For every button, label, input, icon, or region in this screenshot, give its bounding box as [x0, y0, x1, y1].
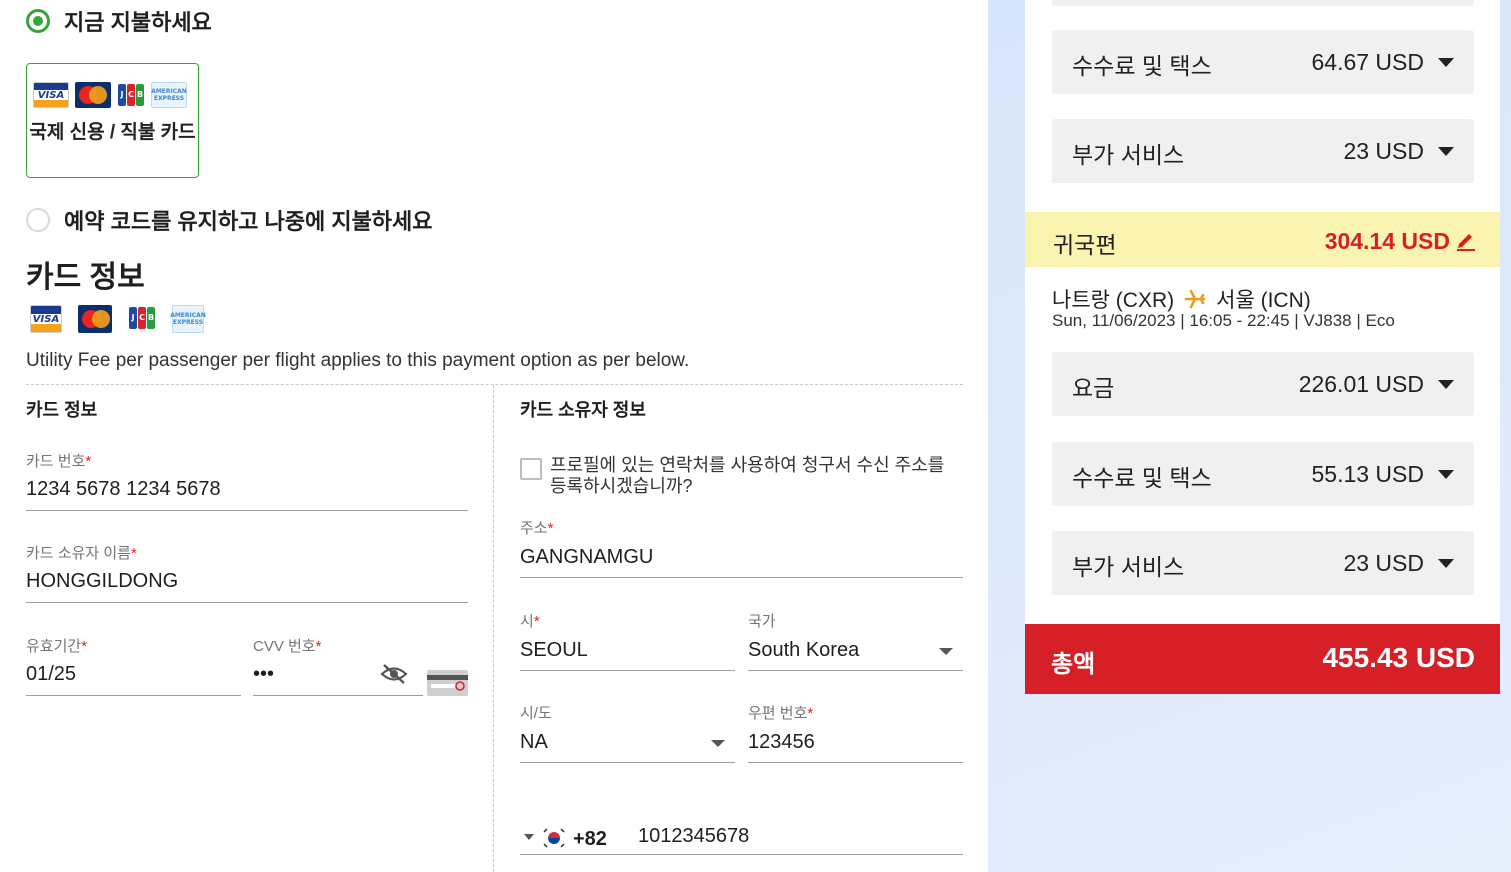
row-value: 23 USD	[1343, 550, 1424, 576]
row-label: 요금	[1072, 375, 1115, 401]
state-select[interactable]: 시/도 NA	[520, 702, 735, 763]
utility-fee-note: Utility Fee per passenger per flight app…	[26, 350, 690, 371]
card-details-heading: 카드 정보	[26, 400, 98, 420]
pay-now-radio[interactable]	[26, 9, 50, 33]
return-fees-row[interactable]: 수수료 및 택스 55.13 USD	[1052, 442, 1474, 506]
card-brand-logos: VISA JCB AMERICAN EXPRESS	[33, 82, 187, 108]
holder-name-label: 카드 소유자 이름*	[26, 545, 137, 562]
expiry-value: 01/25	[26, 663, 77, 685]
row-label: 부가 서비스	[1072, 142, 1185, 168]
edit-pencil-icon[interactable]	[1456, 229, 1476, 251]
pay-later-option[interactable]: 예약 코드를 유지하고 나중에 지불하세요	[26, 204, 433, 236]
cardholder-heading: 카드 소유자 정보	[520, 400, 646, 420]
city-field[interactable]: 시* SEOUL	[520, 610, 735, 671]
state-value: NA	[520, 731, 548, 753]
outbound-addons-row[interactable]: 부가 서비스 23 USD	[1052, 119, 1474, 183]
return-fare-row[interactable]: 요금 226.01 USD	[1052, 352, 1474, 416]
accepted-cards: VISA JCB AMERICAN EXPRESS	[30, 305, 206, 333]
country-label: 국가	[748, 613, 776, 630]
city-label: 시*	[520, 613, 540, 630]
airplane-icon	[1184, 289, 1206, 309]
use-profile-checkbox[interactable]	[520, 458, 542, 480]
chevron-down-icon	[939, 648, 953, 655]
origin-airport: 나트랑 (CXR)	[1052, 289, 1175, 312]
payment-panel: 지금 지불하세요 VISA JCB AMERICAN EXPRESS 국제 신용 …	[0, 0, 988, 872]
row-value: 55.13 USD	[1311, 461, 1424, 487]
row-value: 23 USD	[1343, 138, 1424, 164]
outbound-fees-row[interactable]: 수수료 및 택스 64.67 USD	[1052, 30, 1474, 94]
summary-row-partial	[1052, 0, 1474, 6]
card-number-field[interactable]: 카드 번호* 1234 5678 1234 5678	[26, 450, 468, 511]
phone-field[interactable]: +82 1012345678	[520, 815, 963, 855]
card-number-value: 1234 5678 1234 5678	[26, 478, 221, 500]
chevron-down-icon	[1438, 58, 1454, 67]
country-select[interactable]: 국가 South Korea	[748, 610, 963, 671]
mastercard-logo-icon	[78, 305, 112, 333]
phone-number-value: 1012345678	[638, 825, 750, 847]
pay-later-radio[interactable]	[26, 208, 50, 232]
column-divider	[493, 385, 494, 872]
pay-now-option[interactable]: 지금 지불하세요	[26, 5, 212, 37]
card-payment-option[interactable]: VISA JCB AMERICAN EXPRESS 국제 신용 / 직불 카드	[26, 63, 199, 178]
visa-logo-icon: VISA	[33, 82, 69, 108]
amex-logo-icon: AMERICAN EXPRESS	[151, 82, 187, 108]
route-line: 나트랑 (CXR) 서울 (ICN)	[1052, 284, 1311, 314]
postal-code-field[interactable]: 우편 번호* 123456	[748, 702, 963, 763]
chevron-down-icon	[1438, 470, 1454, 479]
holder-name-field[interactable]: 카드 소유자 이름* HONGGILDONG	[26, 542, 468, 603]
state-label: 시/도	[520, 705, 552, 722]
chevron-down-icon	[1438, 559, 1454, 568]
return-addons-row[interactable]: 부가 서비스 23 USD	[1052, 531, 1474, 595]
row-label: 수수료 및 택스	[1072, 53, 1212, 79]
jcb-logo-icon: JCB	[117, 82, 145, 108]
row-value: 64.67 USD	[1311, 49, 1424, 75]
cvv-label: CVV 번호*	[253, 638, 322, 655]
return-price: 304.14 USD	[1324, 228, 1450, 254]
address-label: 주소*	[520, 520, 554, 537]
pay-now-label: 지금 지불하세요	[64, 10, 212, 35]
use-profile-label: 프로필에 있는 연락처를 사용하여 청구서 수신 주소를 등록하시겠습니까?	[550, 455, 945, 496]
chevron-down-icon[interactable]	[524, 834, 534, 840]
address-field[interactable]: 주소* GANGNAMGU	[520, 517, 963, 578]
chevron-down-icon	[1438, 147, 1454, 156]
total-label: 총액	[1051, 651, 1096, 678]
divider	[26, 384, 963, 385]
row-label: 수수료 및 택스	[1072, 465, 1212, 491]
country-value: South Korea	[748, 639, 860, 661]
mastercard-logo-icon	[75, 82, 111, 108]
card-option-label: 국제 신용 / 직불 카드	[29, 122, 196, 143]
cvv-card-icon	[427, 670, 468, 696]
destination-airport: 서울 (ICN)	[1216, 289, 1311, 312]
card-number-label: 카드 번호*	[26, 453, 92, 470]
return-label: 귀국편	[1053, 232, 1117, 258]
amex-logo-icon: AMERICAN EXPRESS	[170, 305, 206, 333]
row-value: 226.01 USD	[1298, 371, 1424, 397]
holder-name-value: HONGGILDONG	[26, 570, 179, 592]
chevron-down-icon	[1438, 380, 1454, 389]
address-value: GANGNAMGU	[520, 546, 654, 568]
return-flight-bar: 귀국편 304.14 USD	[1025, 212, 1500, 267]
chevron-down-icon	[711, 740, 725, 747]
phone-country-code: +82	[573, 828, 607, 850]
postal-value: 123456	[748, 731, 815, 753]
total-bar: 총액 455.43 USD	[1025, 624, 1500, 694]
jcb-logo-icon: JCB	[128, 305, 156, 331]
city-value: SEOUL	[520, 639, 588, 661]
row-label: 부가 서비스	[1072, 554, 1185, 580]
use-profile-address-row[interactable]: 프로필에 있는 연락처를 사용하여 청구서 수신 주소를 등록하시겠습니까?	[520, 455, 965, 497]
hide-password-icon[interactable]	[380, 662, 408, 686]
visa-logo-icon: VISA	[30, 305, 62, 333]
total-amount: 455.43 USD	[1322, 642, 1475, 673]
flight-details: Sun, 11/06/2023 | 16:05 - 22:45 | VJ838 …	[1052, 311, 1395, 330]
postal-label: 우편 번호*	[748, 705, 814, 722]
cvv-value: •••	[253, 663, 275, 685]
korea-flag-icon	[543, 827, 565, 849]
expiry-field[interactable]: 유효기간* 01/25	[26, 635, 241, 696]
expiry-label: 유효기간*	[26, 638, 88, 655]
pay-later-label: 예약 코드를 유지하고 나중에 지불하세요	[64, 209, 433, 234]
card-info-title: 카드 정보	[26, 261, 145, 294]
